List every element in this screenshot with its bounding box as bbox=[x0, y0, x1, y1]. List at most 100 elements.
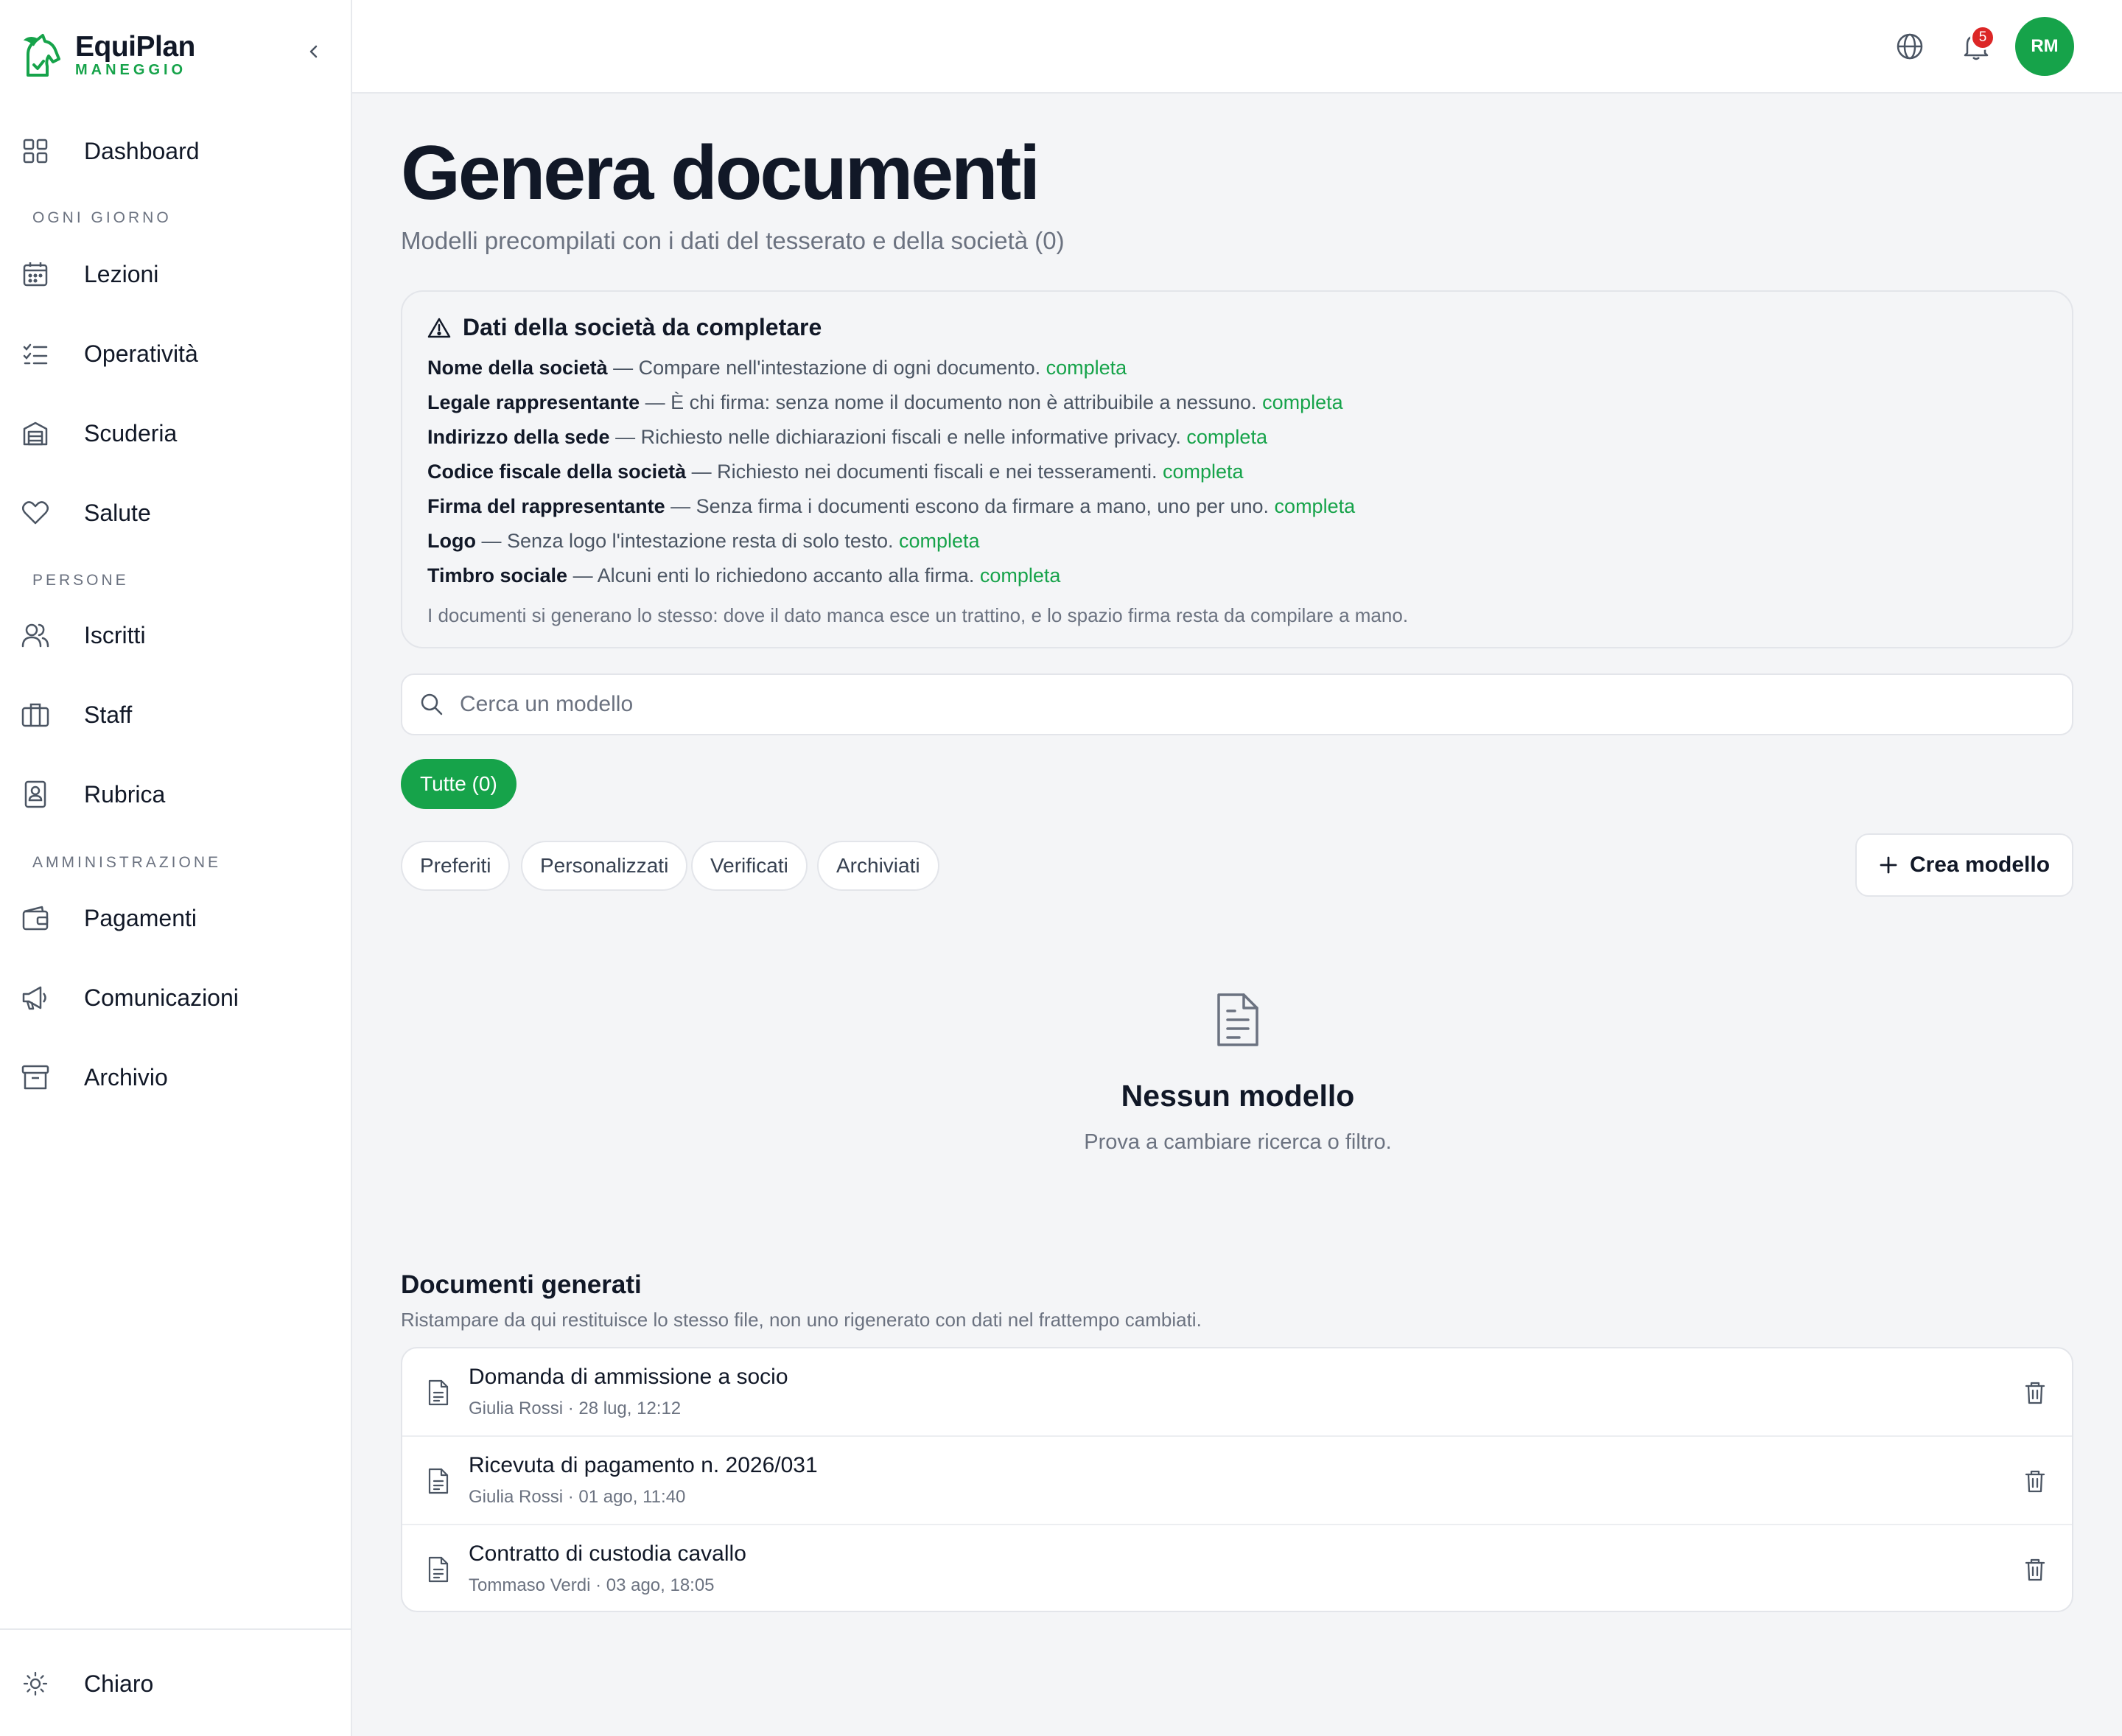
delete-doc-button[interactable] bbox=[2019, 1376, 2051, 1409]
delete-doc-button[interactable] bbox=[2019, 1465, 2051, 1497]
warning-triangle-icon bbox=[427, 318, 451, 337]
complete-link[interactable]: completa bbox=[1046, 357, 1127, 379]
create-template-label: Crea modello bbox=[1909, 853, 2051, 877]
filter-preferiti-chip[interactable]: Preferiti bbox=[401, 841, 511, 891]
users-icon bbox=[21, 620, 50, 650]
sidebar-item-staff[interactable]: Staff bbox=[21, 685, 330, 744]
warning-item: Legale rappresentante — È chi firma: sen… bbox=[427, 391, 1343, 414]
warning-desc: — Senza firma i documenti escono da firm… bbox=[665, 495, 1275, 517]
topbar bbox=[352, 0, 2122, 94]
sidebar-item-label: Pagamenti bbox=[84, 904, 197, 931]
contact-book-icon bbox=[21, 780, 50, 809]
section-persone: PERSONE bbox=[32, 572, 129, 589]
warning-item: Indirizzo della sede — Richiesto nelle d… bbox=[427, 426, 1267, 449]
document-icon bbox=[428, 1468, 449, 1494]
search-input[interactable] bbox=[460, 692, 1933, 717]
stable-icon bbox=[21, 419, 50, 448]
brand-subtitle: MANEGGIO bbox=[75, 62, 187, 78]
complete-link[interactable]: completa bbox=[1163, 461, 1244, 483]
sidebar-item-iscritti[interactable]: Iscritti bbox=[21, 606, 330, 665]
warning-desc: — Alcuni enti lo richiedono accanto alla… bbox=[567, 564, 980, 587]
filter-verificati-chip[interactable]: Verificati bbox=[691, 841, 808, 891]
trash-icon bbox=[2025, 1470, 2045, 1493]
sidebar-item-pagamenti[interactable]: Pagamenti bbox=[21, 889, 330, 948]
theme-label: Chiaro bbox=[84, 1670, 154, 1697]
sidebar-item-dashboard[interactable]: Dashboard bbox=[21, 122, 330, 181]
page-title: Genera documenti bbox=[401, 130, 1040, 216]
complete-link[interactable]: completa bbox=[899, 530, 980, 552]
sidebar-item-lezioni[interactable]: Lezioni bbox=[21, 245, 330, 304]
collapse-sidebar-button[interactable] bbox=[301, 38, 327, 65]
warning-item: Timbro sociale — Alcuni enti lo richiedo… bbox=[427, 564, 1060, 587]
company-data-warning: Dati della società da completare Nome de… bbox=[401, 290, 2073, 648]
sidebar-item-label: Salute bbox=[84, 499, 151, 526]
sidebar-item-operativita[interactable]: Operatività bbox=[21, 324, 330, 383]
doc-name: Domanda di ammissione a socio bbox=[469, 1365, 788, 1389]
doc-meta: Giulia Rossi · 01 ago, 11:40 bbox=[469, 1487, 686, 1507]
sidebar-item-comunicazioni[interactable]: Comunicazioni bbox=[21, 968, 330, 1027]
generated-doc-row[interactable]: Domanda di ammissione a socio Giulia Ros… bbox=[402, 1348, 2072, 1437]
warning-item: Logo — Senza logo l'intestazione resta d… bbox=[427, 530, 980, 553]
search-icon bbox=[421, 693, 443, 715]
chevron-left-icon bbox=[309, 45, 318, 58]
sidebar-item-scuderia[interactable]: Scuderia bbox=[21, 404, 330, 463]
complete-link[interactable]: completa bbox=[1262, 391, 1343, 413]
warning-field: Codice fiscale della società bbox=[427, 461, 687, 483]
sidebar-item-label: Rubrica bbox=[84, 780, 166, 808]
horse-logo-icon bbox=[23, 34, 60, 77]
sidebar-item-label: Iscritti bbox=[84, 621, 146, 648]
warning-header: Dati della società da completare bbox=[427, 314, 822, 341]
user-avatar[interactable]: RM bbox=[2015, 17, 2074, 76]
sidebar-item-label: Scuderia bbox=[84, 419, 178, 447]
warning-item: Codice fiscale della società — Richiesto… bbox=[427, 461, 1244, 483]
trash-icon bbox=[2025, 1382, 2045, 1404]
warning-field: Firma del rappresentante bbox=[427, 495, 665, 517]
brand[interactable]: EquiPlan MANEGGIO bbox=[21, 29, 195, 81]
complete-link[interactable]: completa bbox=[1186, 426, 1267, 448]
grid-icon bbox=[21, 136, 50, 166]
warning-field: Legale rappresentante bbox=[427, 391, 640, 413]
filter-all-button[interactable]: Tutte (0) bbox=[401, 759, 517, 809]
generated-doc-row[interactable]: Contratto di custodia cavallo Tommaso Ve… bbox=[402, 1525, 2072, 1611]
generated-doc-row[interactable]: Ricevuta di pagamento n. 2026/031 Giulia… bbox=[402, 1437, 2072, 1525]
plus-icon bbox=[1880, 856, 1897, 874]
warning-field: Indirizzo della sede bbox=[427, 426, 610, 448]
warning-item: Nome della società — Compare nell'intest… bbox=[427, 357, 1127, 379]
create-template-button[interactable]: Crea modello bbox=[1855, 833, 2073, 897]
sidebar-item-label: Staff bbox=[84, 701, 133, 728]
warning-field: Timbro sociale bbox=[427, 564, 568, 587]
warning-title: Dati della società da completare bbox=[463, 314, 822, 340]
empty-state-title: Nessun modello bbox=[1121, 1079, 1355, 1113]
warning-item: Firma del rappresentante — Senza firma i… bbox=[427, 495, 1355, 518]
wallet-icon bbox=[21, 903, 50, 933]
filter-personalizzati-chip[interactable]: Personalizzati bbox=[521, 841, 688, 891]
heart-icon bbox=[21, 498, 50, 528]
warning-desc: — Richiesto nei documenti fiscali e nei … bbox=[686, 461, 1163, 483]
delete-doc-button[interactable] bbox=[2019, 1553, 2051, 1586]
sidebar-item-salute[interactable]: Salute bbox=[21, 483, 330, 542]
sidebar-item-archivio[interactable]: Archivio bbox=[21, 1048, 330, 1107]
sidebar-item-rubrica[interactable]: Rubrica bbox=[21, 765, 330, 824]
filter-archiviati-chip[interactable]: Archiviati bbox=[817, 841, 939, 891]
briefcase-icon bbox=[21, 700, 50, 729]
generated-docs-subtitle: Ristampare da qui restituisce lo stesso … bbox=[401, 1309, 1202, 1331]
sidebar-item-label: Dashboard bbox=[84, 137, 200, 164]
sidebar-item-label: Comunicazioni bbox=[84, 984, 239, 1011]
language-button[interactable] bbox=[1891, 28, 1928, 65]
section-amministrazione: AMMINISTRAZIONE bbox=[32, 854, 222, 871]
doc-name: Ricevuta di pagamento n. 2026/031 bbox=[469, 1453, 818, 1477]
checklist-icon bbox=[21, 339, 50, 368]
warning-desc: — Senza logo l'intestazione resta di sol… bbox=[475, 530, 899, 552]
document-icon bbox=[1217, 993, 1258, 1046]
search-box[interactable] bbox=[401, 673, 2073, 735]
section-ogni-giorno: OGNI GIORNO bbox=[32, 209, 172, 226]
complete-link[interactable]: completa bbox=[1275, 495, 1356, 517]
brand-name: EquiPlan bbox=[75, 31, 195, 63]
archive-icon bbox=[21, 1063, 50, 1092]
complete-link[interactable]: completa bbox=[980, 564, 1061, 587]
generated-docs-title: Documenti generati bbox=[401, 1270, 642, 1299]
sun-icon bbox=[21, 1669, 50, 1698]
theme-toggle[interactable]: Chiaro bbox=[21, 1654, 330, 1713]
warning-desc: — Richiesto nelle dichiarazioni fiscali … bbox=[609, 426, 1187, 448]
doc-meta: Giulia Rossi · 28 lug, 12:12 bbox=[469, 1399, 682, 1418]
